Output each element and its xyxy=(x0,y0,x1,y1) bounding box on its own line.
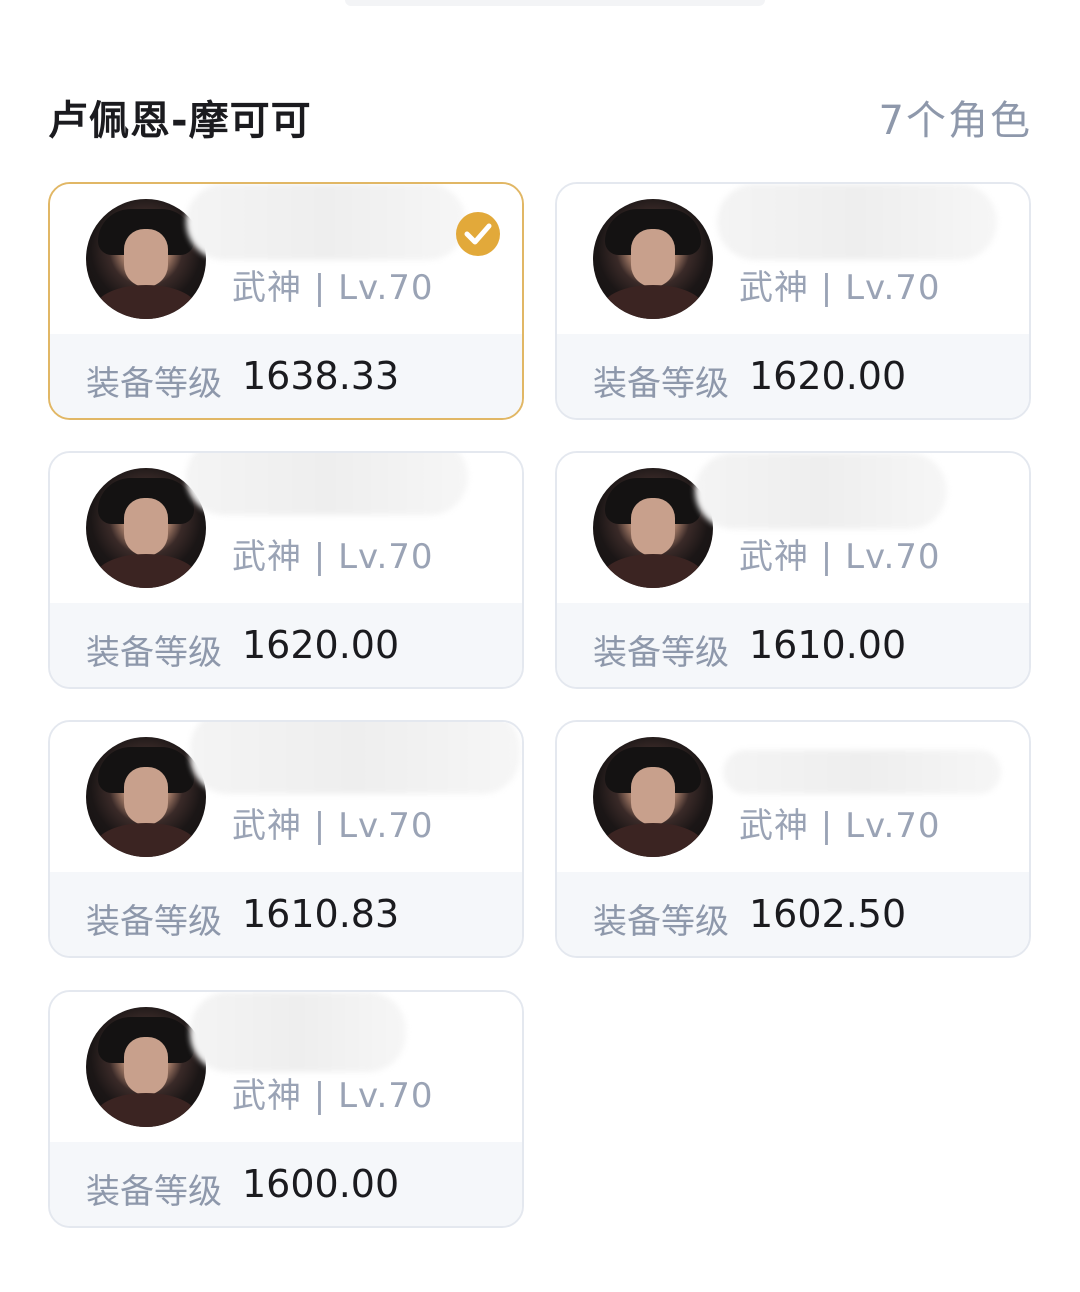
character-avatar xyxy=(86,737,206,857)
character-name-redacted xyxy=(186,453,468,515)
character-card[interactable]: 武神 | Lv.70 装备等级 1610.00 xyxy=(555,451,1031,689)
class-level: 武神 | Lv.70 xyxy=(232,268,434,308)
class-level: 武神 | Lv.70 xyxy=(232,806,434,846)
character-avatar xyxy=(593,737,713,857)
gear-score-label: 装备等级 xyxy=(86,364,222,404)
gear-score-value: 1610.83 xyxy=(242,892,400,936)
character-name-redacted xyxy=(695,453,947,529)
gear-score-label: 装备等级 xyxy=(86,633,222,673)
class-level: 武神 | Lv.70 xyxy=(739,268,941,308)
character-name-redacted xyxy=(190,992,406,1072)
gear-score-value: 1620.00 xyxy=(749,354,907,398)
character-card[interactable]: 武神 | Lv.70 装备等级 1600.00 xyxy=(48,990,524,1228)
gear-score-value: 1600.00 xyxy=(242,1162,400,1206)
character-card[interactable]: 武神 | Lv.70 装备等级 1620.00 xyxy=(555,182,1031,420)
character-name-redacted xyxy=(186,184,466,260)
gear-score-label: 装备等级 xyxy=(593,902,729,942)
class-level: 武神 | Lv.70 xyxy=(232,537,434,577)
gear-score-label: 装备等级 xyxy=(593,364,729,404)
character-count: 7个角色 xyxy=(878,98,1032,144)
character-name-redacted xyxy=(190,722,520,794)
character-avatar xyxy=(593,199,713,319)
gear-score-label: 装备等级 xyxy=(593,633,729,673)
server-title: 卢佩恩-摩可可 xyxy=(48,98,312,144)
gear-score-value: 1638.33 xyxy=(242,354,400,398)
character-card[interactable]: 武神 | Lv.70 装备等级 1610.83 xyxy=(48,720,524,958)
character-card[interactable]: 武神 | Lv.70 装备等级 1602.50 xyxy=(555,720,1031,958)
character-avatar xyxy=(86,1007,206,1127)
gear-score-label: 装备等级 xyxy=(86,1172,222,1212)
class-level: 武神 | Lv.70 xyxy=(739,806,941,846)
selected-check-icon xyxy=(456,212,500,256)
class-level: 武神 | Lv.70 xyxy=(739,537,941,577)
gear-score-value: 1620.00 xyxy=(242,623,400,667)
class-level: 武神 | Lv.70 xyxy=(232,1076,434,1116)
gear-score-value: 1610.00 xyxy=(749,623,907,667)
server-header: 卢佩恩-摩可可 7个角色 xyxy=(48,82,1032,144)
character-name-redacted xyxy=(723,750,1001,794)
character-card[interactable]: 武神 | Lv.70 装备等级 1620.00 xyxy=(48,451,524,689)
sheet-drag-handle[interactable] xyxy=(345,0,765,6)
gear-score-value: 1602.50 xyxy=(749,892,907,936)
character-name-redacted xyxy=(717,184,997,260)
character-card[interactable]: 武神 | Lv.70 装备等级 1638.33 xyxy=(48,182,524,420)
gear-score-label: 装备等级 xyxy=(86,902,222,942)
